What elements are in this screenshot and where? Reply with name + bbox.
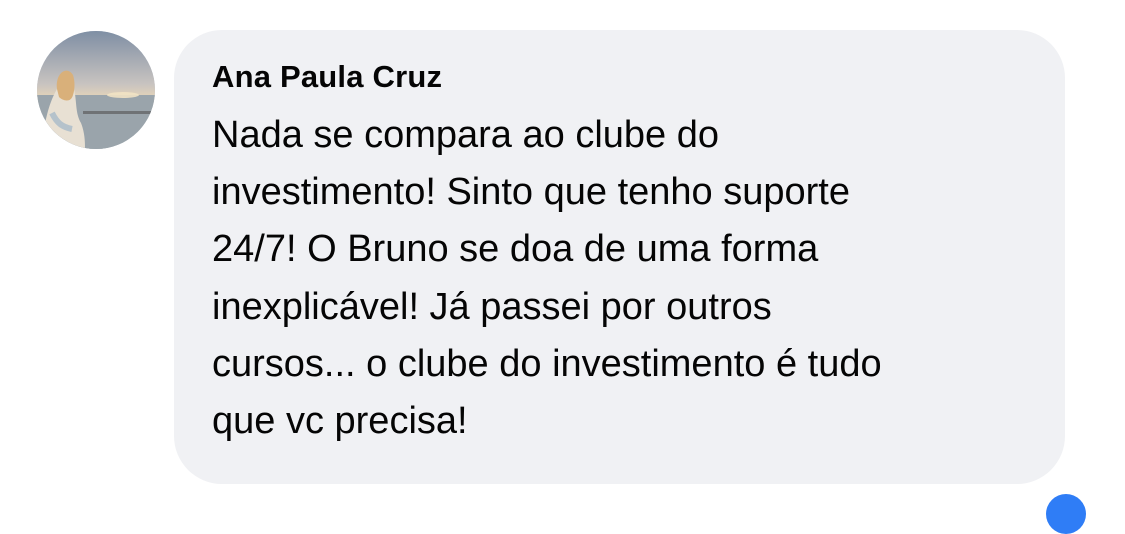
avatar[interactable] bbox=[37, 31, 155, 149]
comment-author-name[interactable]: Ana Paula Cruz bbox=[212, 57, 1029, 97]
avatar-photo bbox=[37, 31, 155, 149]
comment-text: Nada se compara ao clube do investimento… bbox=[212, 114, 882, 443]
reaction-icon[interactable] bbox=[1046, 494, 1086, 534]
comment-bubble: Ana Paula Cruz Nada se compara ao clube … bbox=[174, 30, 1065, 484]
